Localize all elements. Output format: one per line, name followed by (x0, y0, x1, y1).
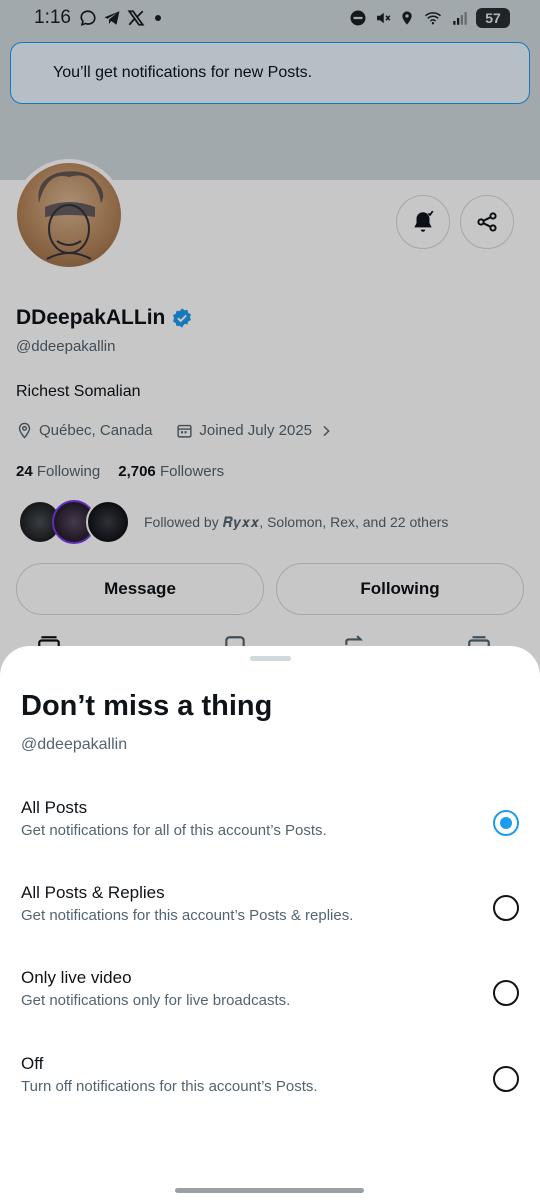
radio-unselected[interactable] (493, 895, 519, 921)
option-title: All Posts & Replies (21, 883, 165, 902)
notification-settings-sheet: Don’t miss a thing @ddeepakallin All Pos… (0, 646, 540, 1200)
option-title: Only live video (21, 968, 132, 987)
radio-selected[interactable] (493, 810, 519, 836)
sheet-title: Don’t miss a thing (21, 690, 273, 722)
option-description: Get notifications for all of this accoun… (21, 822, 327, 839)
option-description: Get notifications only for live broadcas… (21, 992, 291, 1009)
option-title: Off (21, 1054, 44, 1073)
radio-unselected[interactable] (493, 1066, 519, 1092)
option-title: All Posts (21, 798, 88, 817)
option-only-live-video[interactable]: Only live video Get notifications only f… (0, 968, 540, 1048)
sheet-grabber[interactable] (250, 656, 291, 661)
sheet-subtitle: @ddeepakallin (21, 736, 128, 753)
option-description: Turn off notifications for this account’… (21, 1078, 318, 1095)
option-description: Get notifications for this account’s Pos… (21, 907, 354, 924)
radio-unselected[interactable] (493, 980, 519, 1006)
option-all-posts[interactable]: All Posts Get notifications for all of t… (0, 798, 540, 878)
option-off[interactable]: Off Turn off notifications for this acco… (0, 1054, 540, 1134)
option-all-posts-replies[interactable]: All Posts & Replies Get notifications fo… (0, 883, 540, 963)
home-indicator[interactable] (175, 1188, 364, 1193)
